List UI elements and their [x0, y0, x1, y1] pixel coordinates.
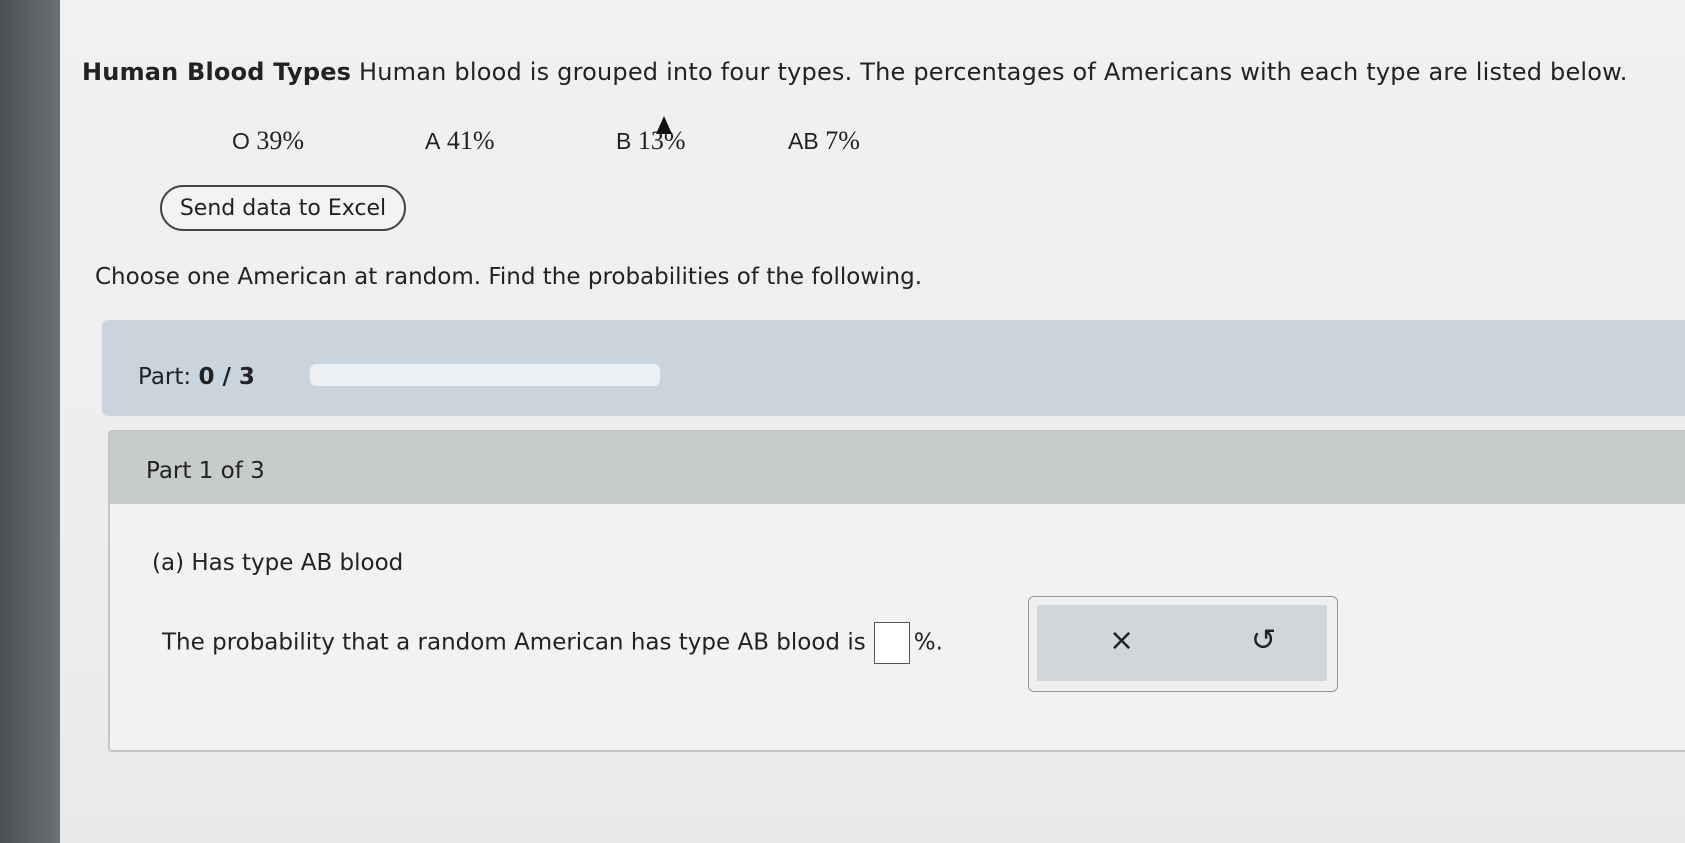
blood-type-a: A 41%	[425, 126, 495, 155]
blood-type-o: O 39%	[232, 126, 305, 155]
send-to-excel-button[interactable]: Send data to Excel	[160, 185, 406, 231]
answer-suffix: %.	[913, 629, 943, 656]
progress-track	[310, 364, 660, 386]
part-card-header: Part 1 of 3	[110, 432, 1685, 504]
intro-text: Human Blood Types Human blood is grouped…	[82, 58, 1628, 86]
part-card-title: Part 1 of 3	[146, 458, 265, 484]
intro-body: Human blood is grouped into four types. …	[359, 58, 1628, 86]
part-status-label: Part: 0 / 3	[138, 364, 255, 390]
part-card: Part 1 of 3 (a) Has type AB blood The pr…	[108, 430, 1685, 752]
undo-icon[interactable]: ↺	[1251, 623, 1276, 658]
answer-line: The probability that a random American h…	[162, 622, 943, 664]
blood-type-b: B 13%	[616, 126, 686, 155]
answer-tools: × ↺	[1028, 596, 1338, 692]
part-progress-bar: Part: 0 / 3	[102, 320, 1685, 416]
question-text: (a) Has type AB blood	[152, 550, 404, 576]
answer-prefix: The probability that a random American h…	[162, 629, 866, 656]
answer-tools-panel: × ↺	[1037, 605, 1327, 681]
clear-icon[interactable]: ×	[1109, 623, 1134, 658]
mouse-cursor-icon	[656, 116, 672, 134]
instruction-text: Choose one American at random. Find the …	[95, 264, 923, 290]
answer-input[interactable]	[873, 622, 910, 664]
blood-type-ab: AB 7%	[788, 126, 860, 155]
intro-title: Human Blood Types	[82, 58, 352, 86]
left-bezel	[0, 0, 60, 843]
part-status-value: 0 / 3	[198, 364, 255, 390]
